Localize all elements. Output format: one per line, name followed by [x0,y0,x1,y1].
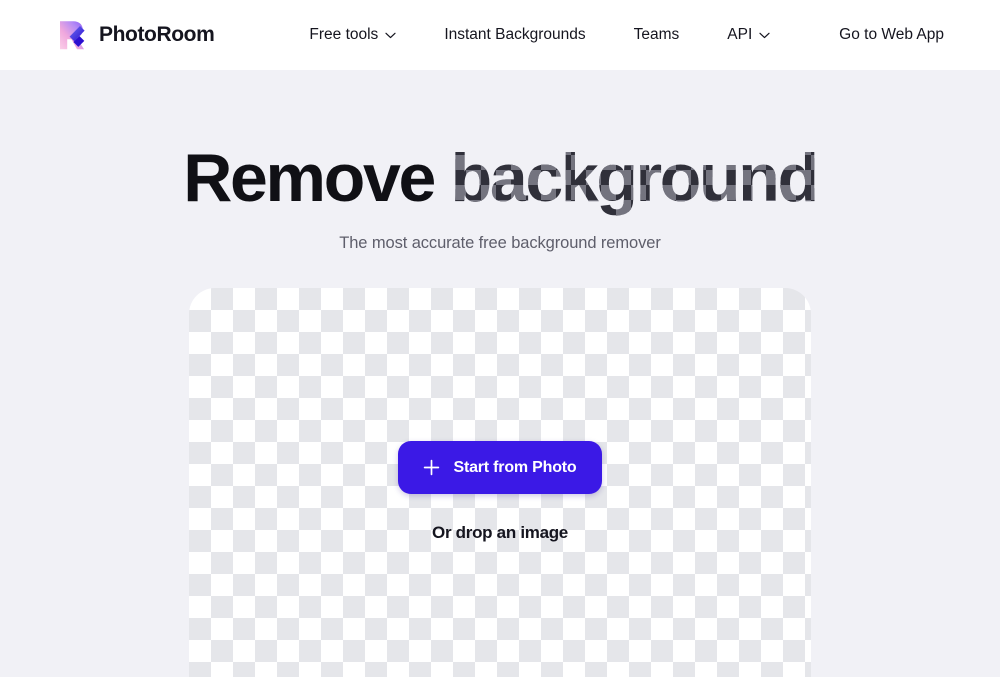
header-actions: Go to Web App [839,26,1000,44]
image-dropzone[interactable]: Start from Photo Or drop an image [189,288,811,677]
page-title: Remove background [0,140,1000,216]
nav-item-teams-label: Teams [633,26,680,43]
nav-item-free-tools-label: Free tools [309,26,379,43]
brand-logo-link[interactable]: PhotoRoom [56,18,215,52]
dropzone-container: Start from Photo Or drop an image [189,288,811,677]
page-subtitle: The most accurate free background remove… [339,234,661,252]
page-title-solid-word: Remove [183,140,436,216]
start-from-photo-button[interactable]: Start from Photo [398,441,602,494]
start-from-photo-button-label: Start from Photo [453,458,577,476]
photoroom-r-logo-icon [56,18,88,52]
site-header: PhotoRoom Free tools Instant Backgrounds… [0,0,1000,70]
nav-item-instant-backgrounds[interactable]: Instant Backgrounds [420,26,609,44]
nav-item-free-tools[interactable]: Free tools [285,26,420,44]
chevron-down-icon [759,32,770,39]
chevron-down-icon [385,32,396,39]
nav-item-api[interactable]: API [703,26,794,44]
page-title-checkered-word: background [450,140,817,216]
nav-item-api-label: API [727,26,753,43]
nav-item-teams[interactable]: Teams [610,26,704,44]
drop-image-hint: Or drop an image [432,523,568,542]
go-to-web-app-link[interactable]: Go to Web App [839,26,944,44]
brand-name: PhotoRoom [99,23,215,46]
hero-section: Remove background The most accurate free… [0,70,1000,677]
dropzone-content: Start from Photo Or drop an image [398,441,602,543]
main-navigation: Free tools Instant Backgrounds Teams API [285,26,794,44]
nav-item-instant-backgrounds-label: Instant Backgrounds [444,26,586,43]
plus-icon [423,459,440,476]
